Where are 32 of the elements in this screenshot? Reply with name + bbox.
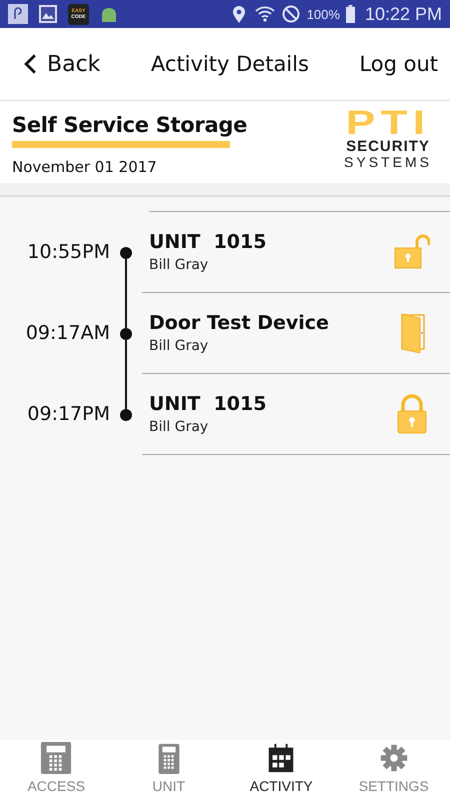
nav-tab[interactable]: ACCESS [0,740,112,800]
site-name: Self Service Storage [12,113,248,137]
battery-icon [346,5,355,23]
event-time: 10:55PM [26,240,110,262]
site-date: November 01 2017 [12,158,158,176]
event-user: Bill Gray [149,338,210,354]
event-title: UNIT 1015 [149,393,266,415]
event-item[interactable]: UNIT 1015 Bill Gray [142,374,450,455]
event-item[interactable]: UNIT 1015 Bill Gray [142,212,450,293]
logo-text: SECURITY [345,139,431,155]
event-time: 09:17AM [24,322,110,344]
logo-text: SYSTEMS [343,155,433,170]
app-icon [8,4,28,24]
event-title: Door Test Device [149,312,329,334]
wifi-icon [254,4,275,24]
event-title: UNIT 1015 [149,231,266,253]
event-user: Bill Gray [149,257,210,273]
nav-tab[interactable]: UNIT [112,740,225,800]
logo-mark: PTI [344,107,432,139]
back-button[interactable]: Back [24,52,100,76]
nav-tab[interactable]: ACTIVITY [225,740,338,800]
event-item[interactable]: Door Test Device Bill Gray [142,293,450,374]
logout-button[interactable]: Log out [359,52,438,76]
blocked-icon [280,4,301,24]
back-icon [24,53,37,75]
nav-tab[interactable]: SETTINGS [338,740,450,800]
event-user: Bill Gray [149,419,210,435]
screen-title: Activity Details [150,52,309,76]
clock: 10:22 PM [364,4,442,24]
image-icon [38,4,58,24]
battery-level: 100% [306,6,340,22]
event-time: 09:17PM [26,402,110,424]
